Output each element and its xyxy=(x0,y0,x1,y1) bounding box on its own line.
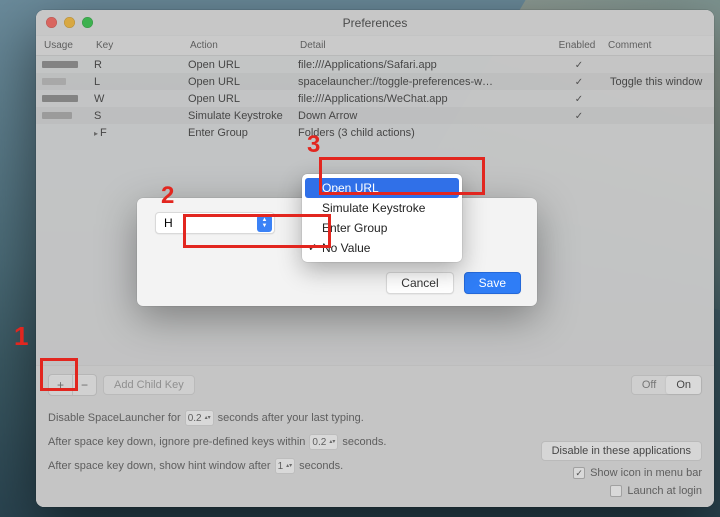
launch-login-label: Launch at login xyxy=(627,485,702,497)
key-select-popup[interactable]: H ▲▼ xyxy=(155,212,275,234)
close-window-button[interactable] xyxy=(46,17,57,28)
check-icon[interactable]: ✓ xyxy=(575,111,583,122)
disable-for-label-post: seconds after your last typing. xyxy=(218,412,364,424)
cell-key: R xyxy=(88,59,182,71)
ignore-keys-stepper[interactable]: 0.2 ▴▾ xyxy=(309,434,338,450)
hint-window-stepper[interactable]: 1 ▴▾ xyxy=(275,458,296,474)
hint-window-label-post: seconds. xyxy=(299,460,343,472)
cell-detail: spacelauncher://toggle-preferences-w… xyxy=(292,76,554,88)
table-row[interactable]: W Open URL file:///Applications/WeChat.a… xyxy=(36,90,714,107)
show-icon-label: Show icon in menu bar xyxy=(590,467,702,479)
minimize-window-button[interactable] xyxy=(64,17,75,28)
table-header: Usage Key Action Detail Enabled Comment xyxy=(36,36,714,56)
col-usage[interactable]: Usage xyxy=(38,40,90,51)
table-row[interactable]: R Open URL file:///Applications/Safari.a… xyxy=(36,56,714,73)
remove-key-button[interactable]: − xyxy=(73,375,96,395)
ignore-keys-label-post: seconds. xyxy=(342,436,386,448)
usage-bar xyxy=(42,61,78,68)
toggle-on-label: On xyxy=(666,376,701,394)
menu-item-simulate-keystroke[interactable]: Simulate Keystroke xyxy=(302,198,462,218)
usage-bar xyxy=(42,78,66,85)
col-key[interactable]: Key xyxy=(90,40,184,51)
stepper-arrows-icon: ▴▾ xyxy=(286,464,292,469)
cell-action: Open URL xyxy=(182,59,292,71)
stepper-arrows-icon: ▴▾ xyxy=(205,416,211,421)
launch-login-checkbox[interactable] xyxy=(610,485,622,497)
cell-detail: Folders (3 child actions) xyxy=(292,127,554,139)
footer: + − Add Child Key Off On Disable SpaceLa… xyxy=(36,365,714,507)
ignore-keys-label-pre: After space key down, ignore pre-defined… xyxy=(48,436,305,448)
hint-window-label-pre: After space key down, show hint window a… xyxy=(48,460,271,472)
disable-for-label-pre: Disable SpaceLauncher for xyxy=(48,412,181,424)
check-icon[interactable]: ✓ xyxy=(575,60,583,71)
cancel-button[interactable]: Cancel xyxy=(386,272,453,294)
action-menu: Open URL Simulate Keystroke Enter Group … xyxy=(302,174,462,262)
disclosure-icon[interactable]: ▸ xyxy=(94,129,98,138)
key-select-value: H xyxy=(164,216,173,230)
show-icon-checkbox[interactable]: ✓ xyxy=(573,467,585,479)
window-title: Preferences xyxy=(343,16,408,30)
usage-bar xyxy=(42,112,72,119)
add-key-button[interactable]: + xyxy=(49,375,73,395)
check-icon[interactable]: ✓ xyxy=(575,94,583,105)
cell-action: Enter Group xyxy=(182,127,292,139)
cell-comment: Toggle this window xyxy=(604,76,714,88)
col-enabled[interactable]: Enabled xyxy=(552,40,602,51)
table-row[interactable]: L Open URL spacelauncher://toggle-prefer… xyxy=(36,73,714,90)
traffic-lights xyxy=(46,17,93,28)
cell-key: L xyxy=(88,76,182,88)
cell-detail: file:///Applications/WeChat.app xyxy=(292,93,554,105)
cell-detail: file:///Applications/Safari.app xyxy=(292,59,554,71)
cell-key: ▸F xyxy=(88,127,182,139)
cell-action: Open URL xyxy=(182,76,292,88)
table-row[interactable]: ▸F Enter Group Folders (3 child actions) xyxy=(36,124,714,141)
col-detail[interactable]: Detail xyxy=(294,40,552,51)
cell-action: Open URL xyxy=(182,93,292,105)
check-icon: ✓ xyxy=(308,241,317,254)
cell-key: W xyxy=(88,93,182,105)
usage-bar xyxy=(42,95,78,102)
cell-detail: Down Arrow xyxy=(292,110,554,122)
table-row[interactable]: S Simulate Keystroke Down Arrow ✓ xyxy=(36,107,714,124)
add-child-key-button[interactable]: Add Child Key xyxy=(103,375,195,395)
cell-action: Simulate Keystroke xyxy=(182,110,292,122)
disable-for-stepper[interactable]: 0.2 ▴▾ xyxy=(185,410,214,426)
disable-in-apps-button[interactable]: Disable in these applications xyxy=(541,441,702,461)
stepper-arrows-icon: ▴▾ xyxy=(329,440,335,445)
check-icon[interactable]: ✓ xyxy=(575,77,583,88)
on-off-toggle[interactable]: Off On xyxy=(631,375,702,395)
col-comment[interactable]: Comment xyxy=(602,40,712,51)
menu-item-open-url[interactable]: Open URL xyxy=(305,178,459,198)
titlebar: Preferences xyxy=(36,10,714,36)
cell-key: S xyxy=(88,110,182,122)
toggle-off-label: Off xyxy=(632,376,666,394)
menu-item-no-value[interactable]: ✓No Value xyxy=(302,238,462,258)
table-body: R Open URL file:///Applications/Safari.a… xyxy=(36,56,714,141)
save-button[interactable]: Save xyxy=(464,272,521,294)
zoom-window-button[interactable] xyxy=(82,17,93,28)
add-remove-segment: + − xyxy=(48,374,97,396)
menu-item-enter-group[interactable]: Enter Group xyxy=(302,218,462,238)
popup-arrows-icon: ▲▼ xyxy=(257,215,272,232)
col-action[interactable]: Action xyxy=(184,40,294,51)
